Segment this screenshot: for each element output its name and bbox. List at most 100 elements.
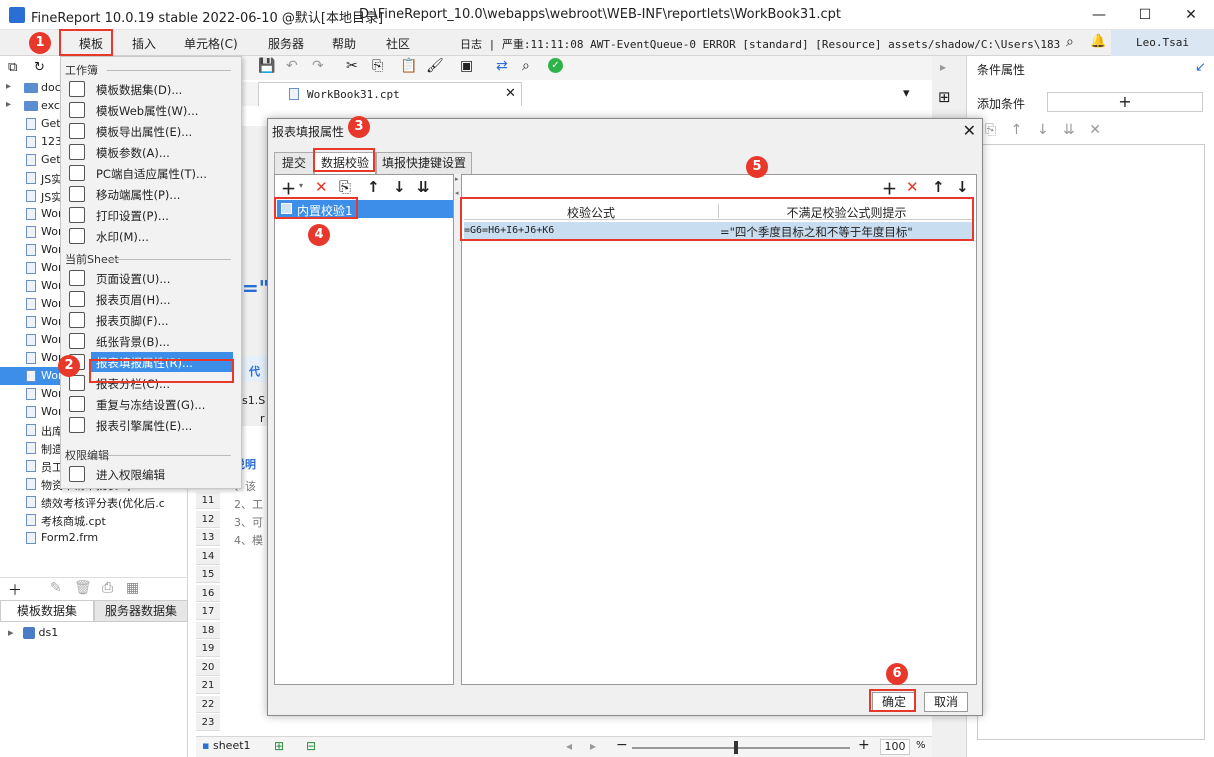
collapse-icon[interactable]: ▸	[940, 60, 946, 74]
zoom-value[interactable]: 100	[880, 739, 910, 755]
menu-item[interactable]: 报表页眉(H)...	[61, 289, 241, 309]
dataset-preview-icon[interactable]: ▦	[126, 580, 139, 596]
zoom-in-icon[interactable]: +	[858, 737, 870, 753]
preview-check-icon[interactable]: ⌕	[522, 58, 530, 74]
row-number[interactable]: 12	[196, 510, 220, 528]
copy-icon[interactable]: ⎘	[372, 58, 383, 74]
row-number[interactable]: 11	[196, 492, 220, 509]
tab-template-dataset[interactable]: 模板数据集	[0, 600, 94, 622]
add-formula-icon[interactable]: ＋	[882, 178, 897, 199]
zoom-out-icon[interactable]: −	[616, 737, 628, 753]
tab-submit[interactable]: 提交	[274, 152, 314, 174]
menu-server[interactable]: 服务器	[268, 35, 304, 52]
sheet-name-tab[interactable]: ▪ sheet1	[202, 739, 251, 752]
log-line[interactable]: 日志 | 严重:11:11:08 AWT-EventQueue-0 ERROR …	[460, 36, 1060, 52]
row-number[interactable]: 22	[196, 695, 220, 713]
menu-item[interactable]: 模板数据集(D)...	[61, 79, 241, 99]
menu-cell[interactable]: 单元格(C)	[184, 35, 238, 52]
search-icon[interactable]: ⌕	[1066, 34, 1074, 50]
validation-list-item[interactable]: 内置校验1	[277, 200, 453, 218]
move-up-icon[interactable]: ↑	[1011, 122, 1023, 138]
user-name[interactable]: Leo.Tsai	[1111, 30, 1214, 56]
menu-item[interactable]: 报表页脚(F)...	[61, 310, 241, 330]
menu-item[interactable]: 模板Web属性(W)...	[61, 100, 241, 120]
format-painter-icon[interactable]: 🖌	[426, 58, 444, 74]
scroll-right-icon[interactable]: ▸	[590, 739, 596, 753]
cancel-button[interactable]: 取消	[924, 692, 968, 712]
row-number[interactable]: 13	[196, 529, 220, 546]
tree-item[interactable]: 考核商城.cpt	[0, 511, 188, 529]
row-number[interactable]: 19	[196, 640, 220, 657]
menu-item[interactable]: 打印设置(P)...	[61, 205, 241, 225]
row-number[interactable]: 18	[196, 621, 220, 639]
menu-help[interactable]: 帮助	[332, 35, 356, 52]
move-up-formula-icon[interactable]: ↑	[932, 178, 945, 196]
copy-validation-icon[interactable]: ⎘	[339, 178, 351, 196]
tab-menu-icon[interactable]: ▾	[903, 86, 910, 101]
menu-item[interactable]: 报表填报属性(R)...	[69, 352, 233, 372]
minimize-icon[interactable]: —	[1076, 0, 1122, 30]
tree-item[interactable]: Form2.frm	[0, 529, 188, 547]
add-form-sheet-icon[interactable]: ⊟	[306, 739, 316, 753]
copy-condition-icon[interactable]: ⎘	[985, 122, 996, 138]
new-folder-icon[interactable]: ⧉	[8, 60, 17, 75]
add-dropdown-icon[interactable]: ▾	[299, 181, 303, 190]
close-window-icon[interactable]: ✕	[1168, 0, 1214, 30]
add-sheet-icon[interactable]: ⊞	[274, 739, 284, 753]
edit-icon[interactable]: ✎	[50, 580, 62, 596]
save-icon[interactable]: 💾	[258, 58, 275, 74]
tab-server-dataset[interactable]: 服务器数据集	[94, 600, 188, 622]
row-number[interactable]: 21	[196, 677, 220, 694]
zoom-slider-thumb[interactable]	[734, 741, 738, 754]
move-down-icon[interactable]: ↓	[1037, 122, 1049, 138]
menu-item[interactable]: 模板参数(A)...	[61, 142, 241, 162]
check-icon[interactable]: ✓	[548, 58, 563, 73]
ok-button[interactable]: 确定	[872, 692, 916, 712]
tab-data-validation[interactable]: 数据校验	[314, 152, 376, 174]
menu-item[interactable]: 重复与冻结设置(G)...	[61, 394, 241, 414]
menu-item[interactable]: 水印(M)...	[61, 226, 241, 246]
menu-item[interactable]: 模板导出属性(E)...	[61, 121, 241, 141]
zoom-slider[interactable]	[632, 747, 850, 749]
row-number[interactable]: 14	[196, 547, 220, 565]
pane-arrow-left-icon[interactable]: ◂	[455, 189, 459, 197]
cut-icon[interactable]: ✂	[346, 58, 358, 74]
condition-list[interactable]	[977, 144, 1205, 740]
formula-row[interactable]: =G6=H6+I6+J6+K6 ="四个季度目标之和不等于年度目标"	[464, 222, 974, 240]
expand-icon[interactable]: ↙	[1195, 60, 1206, 75]
menu-template[interactable]: 模板	[79, 35, 103, 52]
expand-arrow-icon[interactable]: ▸	[6, 81, 11, 92]
add-dataset-icon[interactable]: ＋	[8, 580, 22, 600]
hint-cell[interactable]: ="四个季度目标之和不等于年度目标"	[720, 224, 913, 240]
move-bottom-validation-icon[interactable]: ⇊	[417, 178, 430, 196]
menu-community[interactable]: 社区	[386, 35, 410, 52]
row-number[interactable]: 20	[196, 658, 220, 676]
add-condition-button[interactable]: +	[1047, 92, 1203, 112]
dialog-close-icon[interactable]: ✕	[963, 121, 976, 140]
move-down-formula-icon[interactable]: ↓	[956, 178, 969, 196]
menu-item[interactable]: PC端自适应属性(T)...	[61, 163, 241, 183]
preview-icon[interactable]: ⎙	[102, 580, 113, 596]
tab-shortcut-settings[interactable]: 填报快捷键设置	[376, 152, 472, 174]
bell-icon[interactable]: 🔔	[1090, 34, 1106, 49]
delete-formula-icon[interactable]: ✕	[906, 178, 919, 196]
row-number[interactable]: 23	[196, 714, 220, 731]
paste-icon[interactable]: 📋	[400, 58, 417, 74]
tree-item[interactable]: 绩效考核评分表(优化后.c	[0, 493, 188, 511]
row-number[interactable]: 16	[196, 584, 220, 602]
menu-item[interactable]: 报表引擎属性(E)...	[61, 415, 241, 435]
menu-insert[interactable]: 插入	[132, 35, 156, 52]
sheet-tab[interactable]: WorkBook31.cpt ✕	[258, 82, 522, 106]
cell-attr-icon[interactable]: ⊞	[938, 88, 951, 106]
maximize-icon[interactable]: ☐	[1122, 0, 1168, 30]
refresh-icon[interactable]: ↻	[34, 60, 45, 75]
move-bottom-icon[interactable]: ⇊	[1063, 122, 1075, 138]
add-validation-icon[interactable]: ＋	[281, 178, 296, 199]
pane-arrow-right-icon[interactable]: ▸	[455, 175, 459, 183]
menu-item[interactable]: 纸张背景(B)...	[61, 331, 241, 351]
row-number[interactable]: 15	[196, 566, 220, 583]
menu-item[interactable]: 页面设置(U)...	[61, 268, 241, 288]
move-up-validation-icon[interactable]: ↑	[367, 178, 380, 196]
menu-item[interactable]: 移动端属性(P)...	[61, 184, 241, 204]
parameter-icon[interactable]: ▣	[460, 58, 473, 74]
